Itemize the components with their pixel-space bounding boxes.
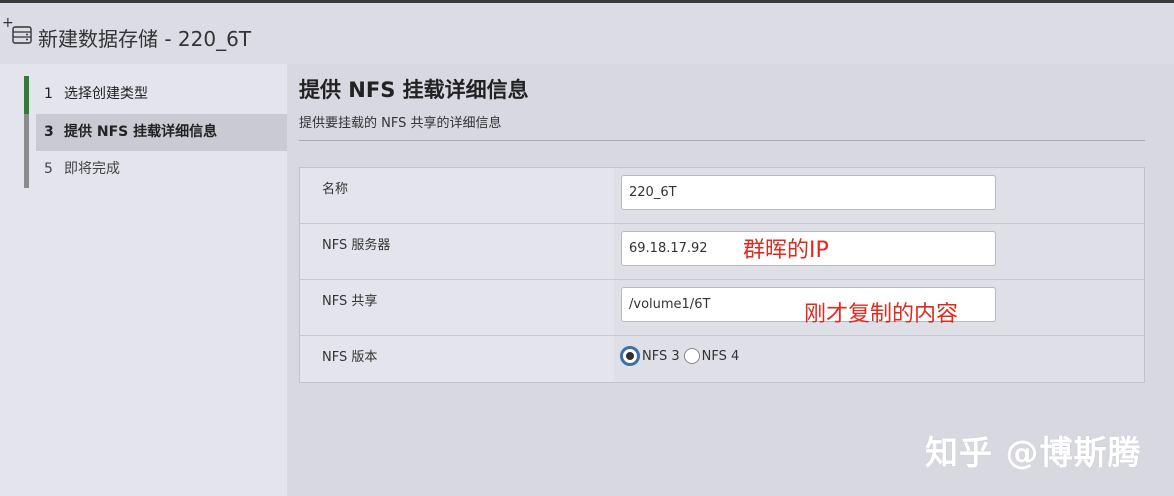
nfs3-label[interactable]: NFS 3: [642, 349, 680, 364]
form-row-server: NFS 服务器 69.18.17.92: [300, 224, 1144, 280]
value-cell: 69.18.17.92: [614, 224, 1144, 279]
page-subtitle: 提供要挂载的 NFS 共享的详细信息: [299, 116, 502, 131]
value-cell: NFS 3 NFS 4: [614, 336, 1144, 382]
value-cell: 220_6T: [614, 168, 1144, 223]
watermark: 知乎 @博斯腾: [925, 433, 1142, 472]
label-cell: NFS 服务器: [300, 224, 614, 279]
share-annotation: 刚才复制的内容: [804, 302, 959, 327]
wizard-steps-nav: 1 选择创建类型 3 提供 NFS 挂载详细信息 5 即将完成: [0, 64, 287, 496]
form-row-name: 名称 220_6T: [300, 168, 1144, 224]
divider: [299, 140, 1145, 141]
nfs-version-radio-group: NFS 3 NFS 4: [620, 346, 743, 366]
step-label: 选择创建类型: [64, 86, 148, 102]
step-number: 3: [44, 124, 54, 140]
step-number: 1: [44, 86, 53, 102]
page-title: 提供 NFS 挂载详细信息: [299, 78, 529, 102]
nfs3-radio[interactable]: [620, 346, 640, 366]
form-row-version: NFS 版本 NFS 3 NFS 4: [300, 336, 1144, 382]
nfs-form: 名称 220_6T NFS 服务器 69.18.17.92 NFS 共享 /vo…: [299, 167, 1145, 383]
server-label: NFS 服务器: [322, 238, 391, 253]
datastore-name-input[interactable]: 220_6T: [621, 175, 996, 210]
label-cell: NFS 共享: [300, 280, 614, 335]
nav-step-nfs-details[interactable]: 3 提供 NFS 挂载详细信息: [36, 114, 287, 151]
nfs4-label[interactable]: NFS 4: [702, 349, 740, 364]
label-cell: 名称: [300, 168, 614, 223]
server-annotation: 群晖的IP: [743, 238, 829, 263]
step-label: 提供 NFS 挂载详细信息: [64, 124, 218, 140]
form-row-share: NFS 共享 /volume1/6T: [300, 280, 1144, 336]
wizard-title: 新建数据存储 - 220_6T: [38, 27, 252, 51]
step-label: 即将完成: [64, 161, 120, 177]
share-label: NFS 共享: [322, 294, 378, 309]
name-label: 名称: [322, 182, 349, 197]
version-label: NFS 版本: [322, 350, 378, 365]
datastore-icon: [12, 26, 32, 44]
nfs4-radio[interactable]: [683, 348, 700, 364]
nav-step-select-type[interactable]: 1 选择创建类型: [29, 76, 287, 113]
wizard-titlebar: + 新建数据存储 - 220_6T: [0, 0, 1174, 64]
label-cell: NFS 版本: [300, 336, 614, 382]
step-number: 5: [44, 161, 53, 177]
nav-step-ready-to-complete[interactable]: 5 即将完成: [29, 151, 287, 188]
